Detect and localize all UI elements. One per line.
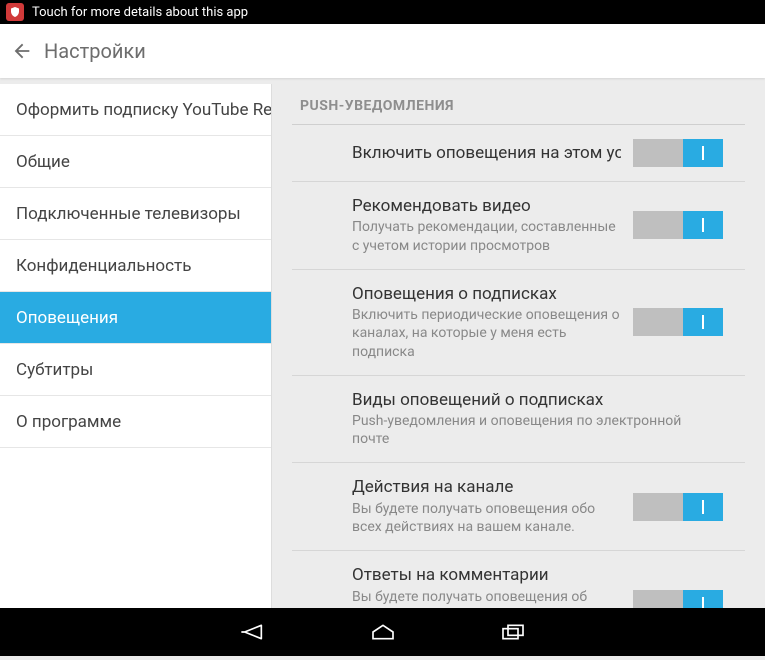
setting-comment-replies[interactable]: Ответы на комментарии Вы будете получать… — [292, 551, 745, 608]
nav-back-button[interactable] — [233, 612, 273, 652]
setting-title: Ответы на комментарии — [352, 565, 621, 585]
toggle-enable-notifications[interactable] — [633, 139, 723, 167]
sidebar-item-privacy[interactable]: Конфиденциальность — [0, 240, 271, 292]
setting-title: Рекомендовать видео — [352, 196, 621, 216]
setting-title: Действия на канале — [352, 477, 621, 497]
settings-panel: PUSH-УВЕДОМЛЕНИЯ Включить оповещения на … — [272, 78, 765, 608]
setting-desc: Вы будете получать оповещения об ответах… — [352, 588, 621, 608]
setting-title: Оповещения о подписках — [352, 284, 621, 304]
sidebar-item-about[interactable]: О программе — [0, 396, 271, 448]
sidebar-item-label: Общие — [16, 152, 70, 172]
setting-notification-types[interactable]: Виды оповещений о подписках Push-уведомл… — [292, 376, 745, 464]
sidebar-item-label: Конфиденциальность — [16, 256, 191, 276]
toggle-comment-replies[interactable] — [633, 590, 723, 608]
nav-home-button[interactable] — [363, 612, 403, 652]
sidebar-item-notifications[interactable]: Оповещения — [0, 292, 271, 344]
sidebar-item-label: Оповещения — [16, 308, 118, 328]
status-text: Touch for more details about this app — [32, 5, 248, 20]
app-shield-icon — [6, 3, 24, 21]
settings-sidebar: Оформить подписку YouTube Red Общие Подк… — [0, 84, 272, 608]
sidebar-item-label: О программе — [16, 412, 121, 432]
sidebar-item-connected-tvs[interactable]: Подключенные телевизоры — [0, 188, 271, 240]
app-header: Настройки — [0, 24, 765, 78]
sidebar-item-captions[interactable]: Субтитры — [0, 344, 271, 396]
navigation-bar — [0, 608, 765, 656]
sidebar-item-label: Оформить подписку YouTube Red — [16, 100, 271, 120]
setting-enable-notifications[interactable]: Включить оповещения на этом устройстве — [292, 125, 745, 182]
toggle-subscription-notifications[interactable] — [633, 308, 723, 336]
setting-recommend-videos[interactable]: Рекомендовать видео Получать рекомендаци… — [292, 182, 745, 270]
content-area: Оформить подписку YouTube Red Общие Подк… — [0, 78, 765, 608]
sidebar-item-label: Подключенные телевизоры — [16, 204, 241, 224]
page-title: Настройки — [44, 39, 146, 63]
status-bar[interactable]: Touch for more details about this app — [0, 0, 765, 24]
back-button[interactable] — [8, 37, 36, 65]
setting-subscription-notifications[interactable]: Оповещения о подписках Включить периодич… — [292, 270, 745, 376]
sidebar-item-subscribe[interactable]: Оформить подписку YouTube Red — [0, 84, 271, 136]
setting-channel-activity[interactable]: Действия на канале Вы будете получать оп… — [292, 463, 745, 551]
sidebar-item-general[interactable]: Общие — [0, 136, 271, 188]
setting-title: Включить оповещения на этом устройстве — [352, 143, 621, 163]
setting-desc: Включить периодические оповещения о кана… — [352, 306, 621, 361]
sidebar-item-label: Субтитры — [16, 360, 93, 380]
setting-title: Виды оповещений о подписках — [352, 390, 711, 410]
toggle-channel-activity[interactable] — [633, 493, 723, 521]
setting-desc: Получать рекомендации, составленные с уч… — [352, 218, 621, 254]
setting-desc: Push-уведомления и оповещения по электро… — [352, 412, 711, 448]
section-header-push: PUSH-УВЕДОМЛЕНИЯ — [272, 88, 765, 124]
setting-desc: Вы будете получать оповещения обо всех д… — [352, 500, 621, 536]
nav-recent-button[interactable] — [493, 612, 533, 652]
toggle-recommend-videos[interactable] — [633, 211, 723, 239]
